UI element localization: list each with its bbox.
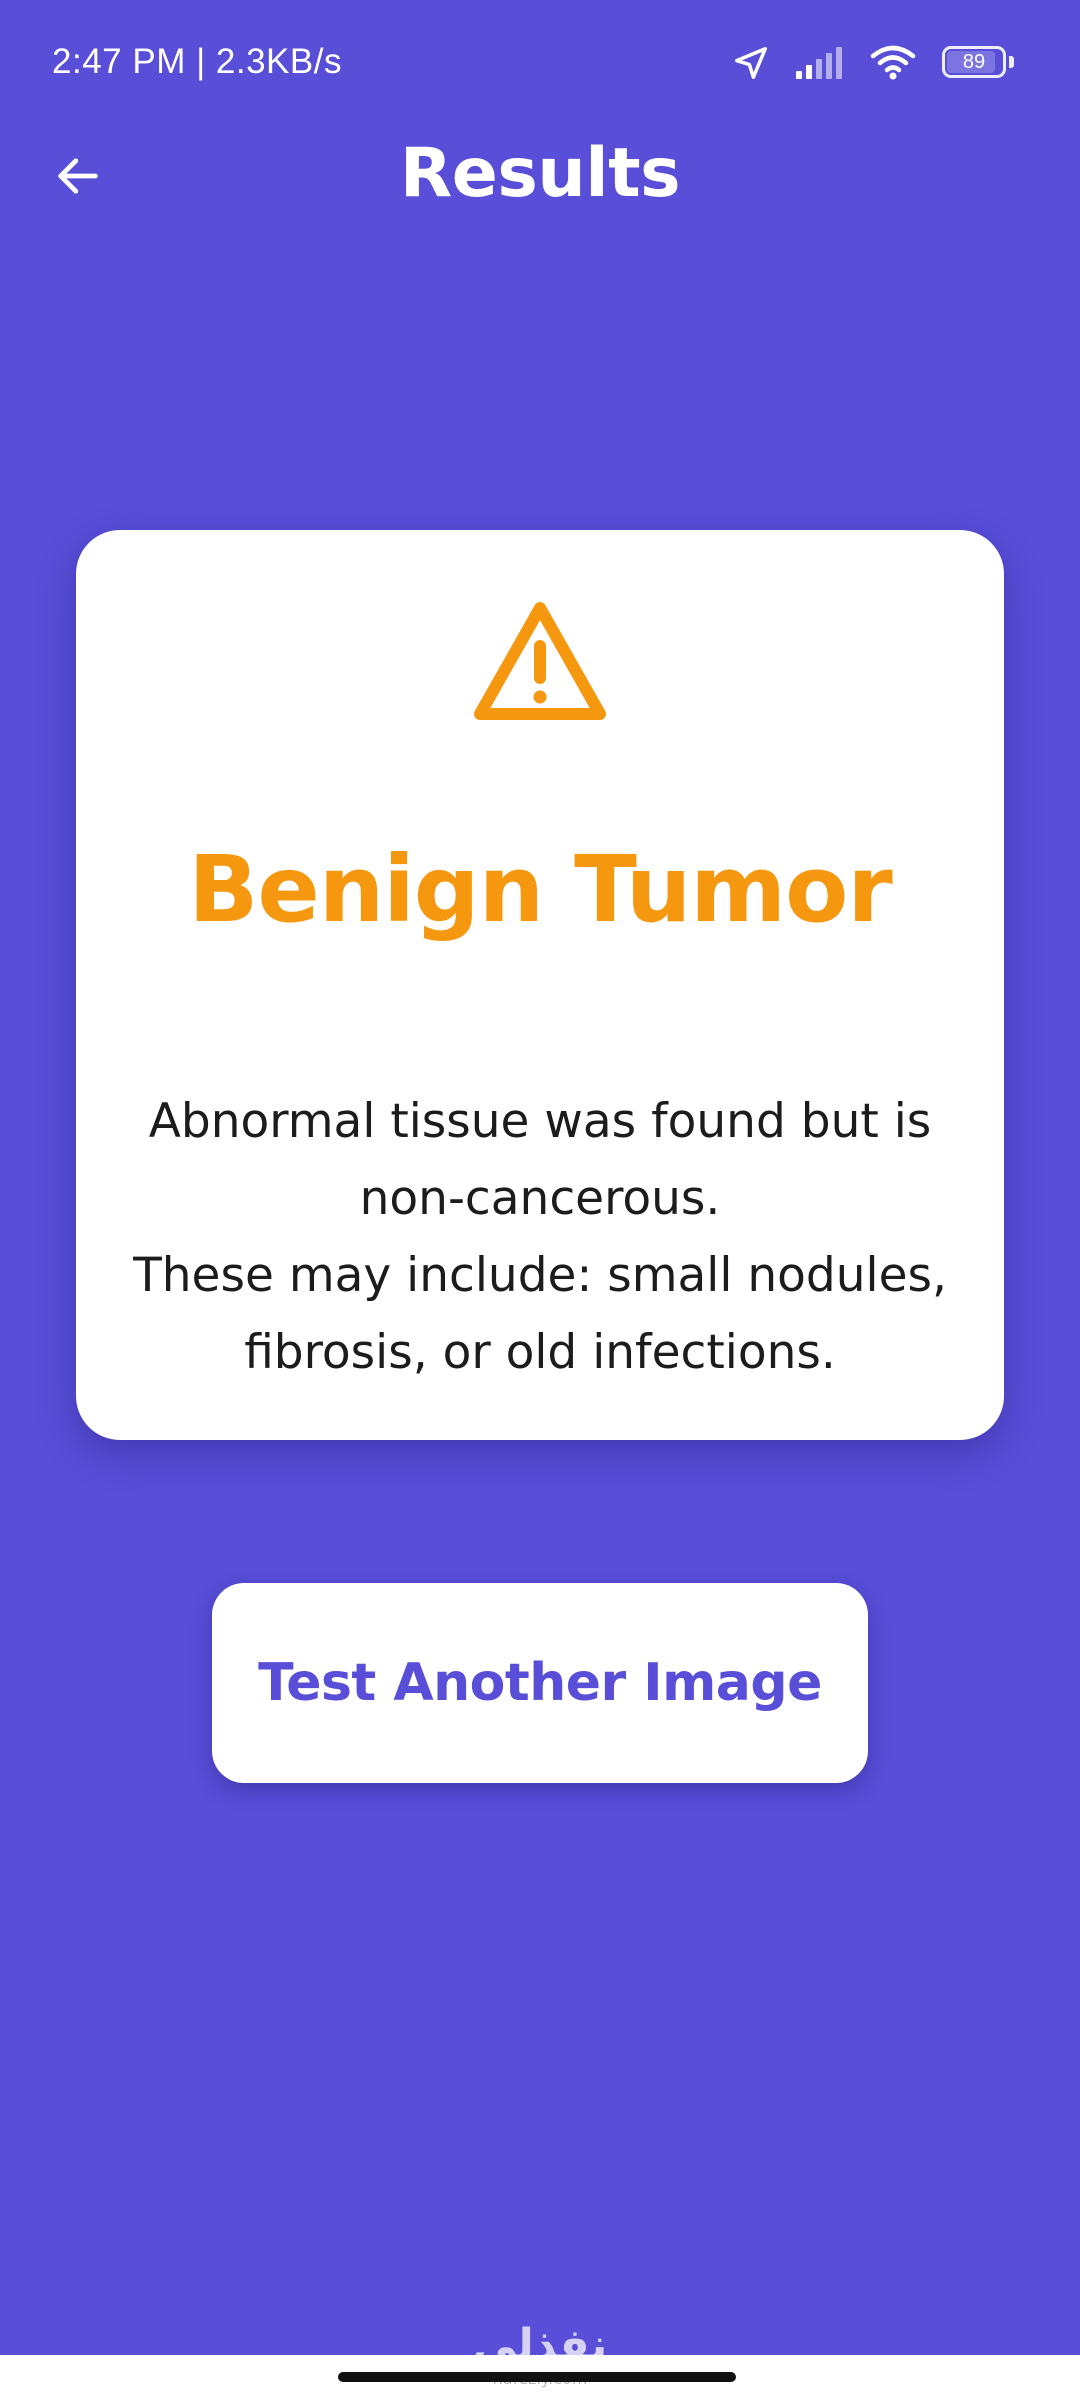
location-arrow-icon <box>732 44 770 82</box>
description-line: fibrosis, or old infections. <box>244 1325 836 1380</box>
warning-triangle-icon <box>474 602 606 720</box>
battery-icon: 89 <box>942 46 1016 80</box>
result-description: Abnormal tissue was found but is non-can… <box>120 1083 960 1391</box>
description-line: Abnormal tissue was found but is <box>148 1094 932 1149</box>
result-title: Benign Tumor <box>188 836 893 943</box>
app-bar: Results <box>0 120 1080 230</box>
description-line: These may include: small nodules, <box>133 1248 947 1303</box>
test-another-image-label: Test Another Image <box>258 1653 822 1713</box>
description-line: non-cancerous. <box>359 1171 721 1226</box>
signal-icon <box>796 47 844 79</box>
page-title: Results <box>399 134 681 213</box>
test-another-image-button[interactable]: Test Another Image <box>212 1583 868 1783</box>
wifi-icon <box>870 45 916 81</box>
status-bar: 2:47 PM | 2.3KB/s 89 <box>0 0 1080 120</box>
status-time-speed: 2:47 PM | 2.3KB/s <box>52 42 342 81</box>
battery-tip <box>1009 56 1014 68</box>
battery-level: 89 <box>962 51 986 73</box>
status-icons: 89 <box>732 40 1016 86</box>
home-indicator[interactable] <box>338 2372 736 2382</box>
watermark-logo: نفذلي <box>472 2320 608 2371</box>
